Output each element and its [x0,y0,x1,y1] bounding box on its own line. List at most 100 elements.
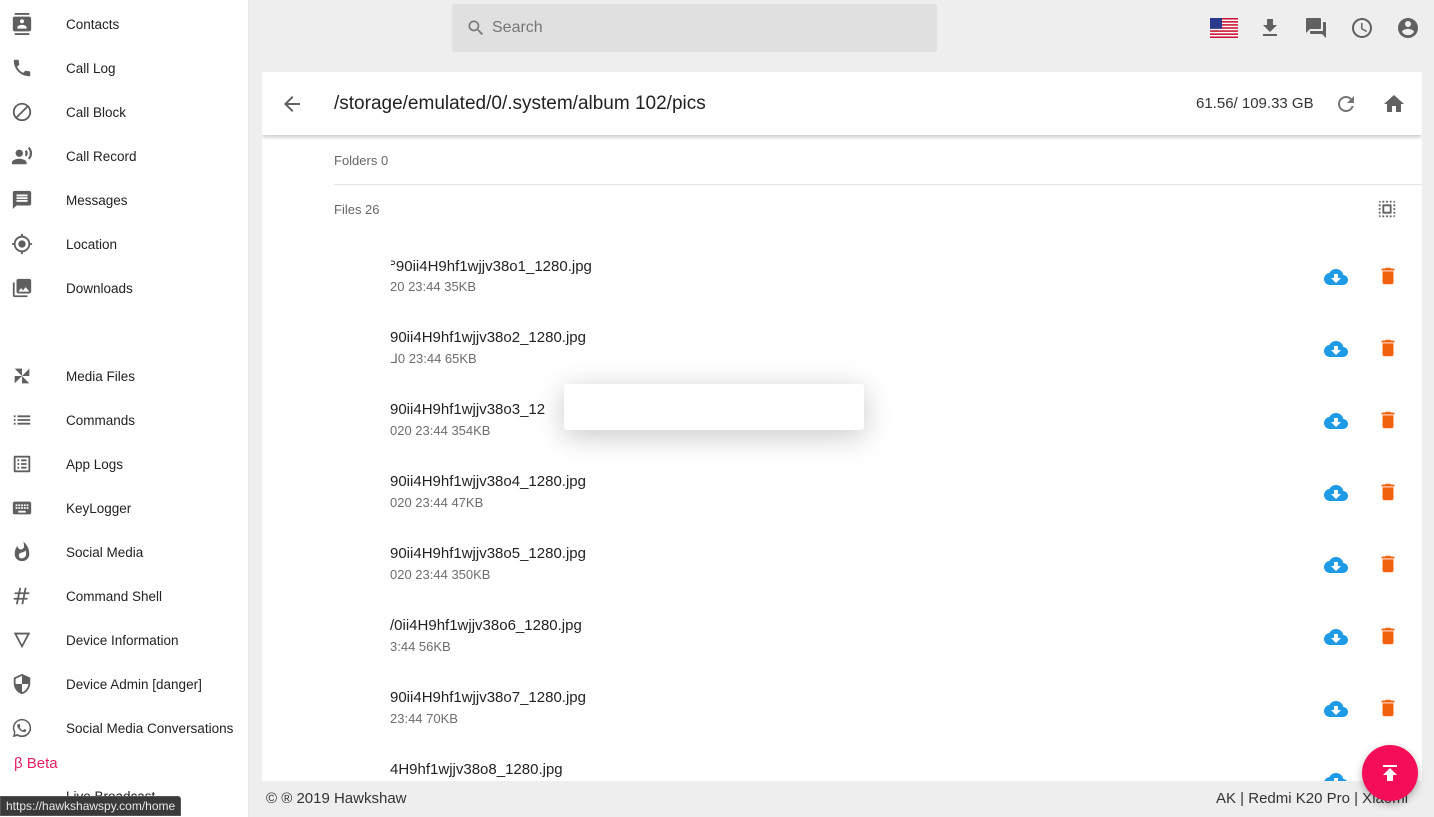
sidebar-item-label: Command Shell [66,588,163,604]
sidebar-item-label: Device Admin [danger] [66,676,202,692]
upload-icon [1383,765,1397,781]
cloud-download-icon[interactable] [1322,481,1350,505]
file-thumbnail[interactable] [262,466,390,538]
sidebar-item-keylogger[interactable]: KeyLogger [0,488,248,528]
storage-usage: 61.56/ 109.33 GB [1196,95,1314,112]
sidebar-item-call-log[interactable]: Call Log [0,48,248,88]
file-row[interactable]: /0ii4H9hf1wjjv38o6_1280.jpg 3:44 56KB [262,610,1422,682]
contacts-icon [10,12,34,36]
current-path: /storage/emulated/0/.system/album 102/pi… [334,93,706,114]
sidebar-item-social-media-conversations[interactable]: Social Media Conversations [0,708,248,748]
file-row[interactable]: 4H9hf1wjjv38o8_1280.jpg [262,754,1422,781]
file-meta: 020 23:44 354KB [390,423,491,438]
forum-icon[interactable] [1304,16,1328,40]
history-icon[interactable] [1350,16,1374,40]
sidebar-item-label: Downloads [66,280,133,296]
pinwheel-icon [10,364,34,388]
download-icon[interactable] [1258,16,1282,40]
cloud-download-icon[interactable] [1322,769,1350,781]
sidebar-item-call-block[interactable]: Call Block [0,92,248,132]
sidebar-item-label: Social Media [66,544,144,560]
file-thumbnail[interactable] [262,250,390,322]
search-input[interactable] [492,14,922,42]
file-row[interactable]: 90ii4H9hf1wjjv38o7_1280.jpg 23:44 70KB [262,682,1422,754]
sidebar-item-contacts[interactable]: Contacts [0,4,248,44]
list-icon [10,408,34,432]
file-name: 90ii4H9hf1wjjv38o7_1280.jpg [390,689,586,706]
back-arrow-icon[interactable] [280,92,304,116]
cloud-download-icon[interactable] [1322,337,1350,361]
file-thumbnail[interactable] [262,754,390,781]
sidebar-item-app-logs[interactable]: App Logs [0,444,248,484]
file-meta: 20 23:44 35KB [390,279,477,294]
delete-icon[interactable] [1377,624,1399,648]
sidebar-item-label: Location [66,236,118,252]
delete-icon[interactable] [1377,552,1399,576]
sidebar-item-call-record[interactable]: Call Record [0,136,248,176]
photo-library-icon [10,276,34,300]
file-thumbnail[interactable] [262,394,390,466]
cloud-download-icon[interactable] [1322,409,1350,433]
file-browser-header: /storage/emulated/0/.system/album 102/pi… [262,72,1422,135]
hash-icon [10,584,34,608]
upload-fab-button[interactable] [1362,745,1418,801]
sidebar-item-social-media[interactable]: Social Media [0,532,248,572]
file-row[interactable]: 90ii4H9hf1wjjv38o5_1280.jpg 020 23:44 35… [262,538,1422,610]
sidebar-item-label: Commands [66,412,136,428]
file-thumbnail[interactable] [262,322,390,394]
file-meta: 020 23:44 47KB [390,495,484,510]
file-name: 90ii4H9hf1wjjv38o4_1280.jpg [390,473,586,490]
file-thumbnail[interactable] [262,538,390,610]
sidebar-item-label: Call Record [66,148,137,164]
cloud-download-icon[interactable] [1322,265,1350,289]
sidebar-item-command-shell[interactable]: Command Shell [0,576,248,616]
sidebar-item-media-files[interactable]: Media Files [0,356,248,396]
divider [334,184,1422,185]
file-row[interactable]: 90ii4H9hf1wjjv38o4_1280.jpg 020 23:44 47… [262,466,1422,538]
us-flag-icon[interactable] [1210,18,1238,38]
sidebar-item-label: Call Block [66,104,127,120]
file-name: 90ii4H9hf1wjjv38o3_12 [390,401,546,418]
cloud-download-icon[interactable] [1322,553,1350,577]
cloud-download-icon[interactable] [1322,625,1350,649]
footer-copyright: © ® 2019 Hawkshaw [266,790,407,807]
triangle-icon [10,628,34,652]
location-icon [10,232,34,256]
sidebar-item-device-admin[interactable]: Device Admin [danger] [0,664,248,704]
sidebar-item-label: KeyLogger [66,500,132,516]
flame-icon [10,540,34,564]
delete-icon[interactable] [1377,408,1399,432]
file-name: 90ii4H9hf1wjjv38o2_1280.jpg [390,329,586,346]
whatsapp-icon [10,716,34,740]
home-icon[interactable] [1382,92,1406,116]
refresh-icon[interactable] [1334,92,1358,116]
beta-label: β Beta [14,755,58,772]
select-all-icon[interactable] [1376,198,1400,222]
file-meta: ᒧ0 23:44 65KB [390,351,477,366]
sidebar-item-downloads[interactable]: Downloads [0,268,248,308]
message-icon [10,188,34,212]
status-bar-url: https://hawkshawspy.com/home [0,796,182,816]
file-meta: 23:44 70KB [390,711,458,726]
block-icon [10,100,34,124]
sidebar-item-location[interactable]: Location [0,224,248,264]
popup-box [564,384,864,430]
delete-icon[interactable] [1377,696,1399,720]
delete-icon[interactable] [1377,264,1399,288]
file-row[interactable]: ᐣ90ii4H9hf1wjjv38o1_1280.jpg 20 23:44 35… [262,250,1422,322]
account-icon[interactable] [1396,16,1420,40]
cloud-download-icon[interactable] [1322,697,1350,721]
delete-icon[interactable] [1377,336,1399,360]
sidebar-item-commands[interactable]: Commands [0,400,248,440]
file-meta: 3:44 56KB [390,639,451,654]
file-thumbnail[interactable] [262,610,390,682]
sidebar-item-label: Messages [66,192,128,208]
keyboard-icon [10,496,34,520]
sidebar-item-label: Media Files [66,368,136,384]
sidebar-item-messages[interactable]: Messages [0,180,248,220]
file-thumbnail[interactable] [262,682,390,754]
delete-icon[interactable] [1377,480,1399,504]
sidebar: Contacts Call Log Call Block Call Record… [0,0,249,817]
sidebar-item-label: App Logs [66,456,124,472]
sidebar-item-device-information[interactable]: Device Information [0,620,248,660]
